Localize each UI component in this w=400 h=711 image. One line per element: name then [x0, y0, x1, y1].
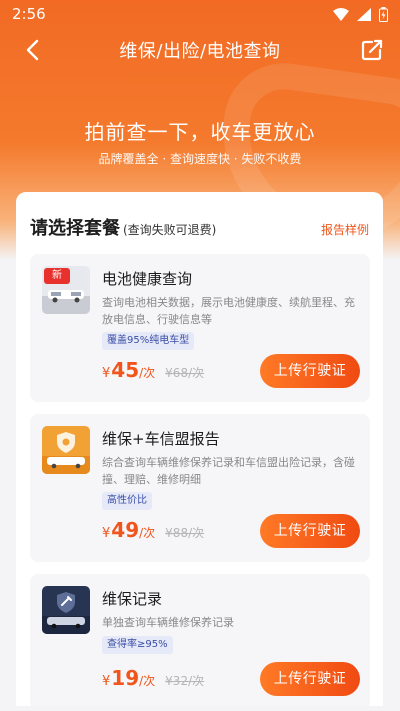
upload-license-button[interactable]: 上传行驶证 [260, 662, 360, 696]
battery-report-thumbnail: 新 [42, 266, 90, 314]
maintenance-claims-thumbnail [42, 426, 90, 474]
package-panel: 请选择套餐 (查询失败可退费) 报告样例 新 电池健康查询 查询电池相关数据，展… [16, 192, 383, 711]
package-badge: 查得率≥95% [102, 636, 173, 654]
package-desc: 综合查询车辆维修保养记录和车信盟出险记录，含碰撞、理赔、维修明细 [102, 456, 355, 486]
package-badge: 高性价比 [102, 492, 152, 510]
package-name: 电池健康查询 [102, 270, 193, 288]
hero-slogan: 拍前查一下，收车更放心 [84, 120, 316, 144]
wifi-icon [333, 7, 349, 21]
package-card-maintenance-claims[interactable]: 维保+车信盟报告 综合查询车辆维修保养记录和车信盟出险记录，含碰撞、理赔、维修明… [30, 414, 370, 562]
panel-title: 请选择套餐 [30, 218, 120, 239]
page-title: 维保/出险/电池查询 [119, 41, 281, 62]
upload-license-button[interactable]: 上传行驶证 [260, 514, 360, 548]
status-bar: 2:56 [0, 0, 400, 28]
original-price: ¥88/次 [165, 526, 205, 540]
package-card-battery[interactable]: 新 电池健康查询 查询电池相关数据，展示电池健康度、续航里程、充放电信息、行驶信… [30, 254, 370, 402]
package-price: ¥ 45 /次 ¥68/次 [102, 358, 204, 382]
price-unit: /次 [139, 526, 156, 540]
original-price: ¥32/次 [165, 674, 205, 688]
share-icon [361, 39, 383, 61]
original-price: ¥68/次 [165, 366, 205, 380]
upload-license-button[interactable]: 上传行驶证 [260, 354, 360, 388]
package-desc: 单独查询车辆维修保养记录 [102, 616, 234, 629]
package-price: ¥ 49 /次 ¥88/次 [102, 518, 204, 542]
package-card-maintenance[interactable]: 维保记录 单独查询车辆维修保养记录 查得率≥95% ¥ 19 /次 ¥32/次 … [30, 574, 370, 710]
price-value: 45 [111, 358, 140, 382]
status-time: 2:56 [12, 5, 46, 23]
package-badge: 覆盖95%纯电车型 [102, 332, 195, 350]
sample-report-link[interactable]: 报告样例 [321, 221, 369, 238]
signal-icon [357, 7, 371, 21]
price-unit: /次 [139, 366, 156, 380]
bottom-edge [0, 706, 400, 711]
maintenance-thumbnail [42, 586, 90, 634]
panel-header: 请选择套餐 (查询失败可退费) 报告样例 [30, 214, 369, 239]
price-unit: /次 [139, 674, 156, 688]
chevron-left-icon [26, 39, 39, 61]
package-price: ¥ 19 /次 ¥32/次 [102, 666, 204, 690]
battery-icon [379, 6, 388, 22]
hero-sub-slogan: 品牌覆盖全 · 查询速度快 · 失败不收费 [98, 152, 302, 166]
refund-note: (查询失败可退费) [123, 223, 217, 237]
package-name: 维保记录 [102, 590, 163, 608]
package-name: 维保+车信盟报告 [102, 430, 220, 448]
price-currency: ¥ [102, 674, 111, 689]
price-value: 49 [111, 518, 140, 542]
new-tag: 新 [44, 268, 70, 284]
share-button[interactable] [358, 36, 386, 64]
package-desc: 查询电池相关数据，展示电池健康度、续航里程、充放电信息、行驶信息等 [102, 296, 355, 326]
price-currency: ¥ [102, 366, 111, 381]
back-button[interactable] [18, 36, 46, 64]
price-value: 19 [111, 666, 140, 690]
price-currency: ¥ [102, 526, 111, 541]
nav-bar: 维保/出险/电池查询 [0, 30, 400, 70]
status-icons [333, 6, 388, 22]
